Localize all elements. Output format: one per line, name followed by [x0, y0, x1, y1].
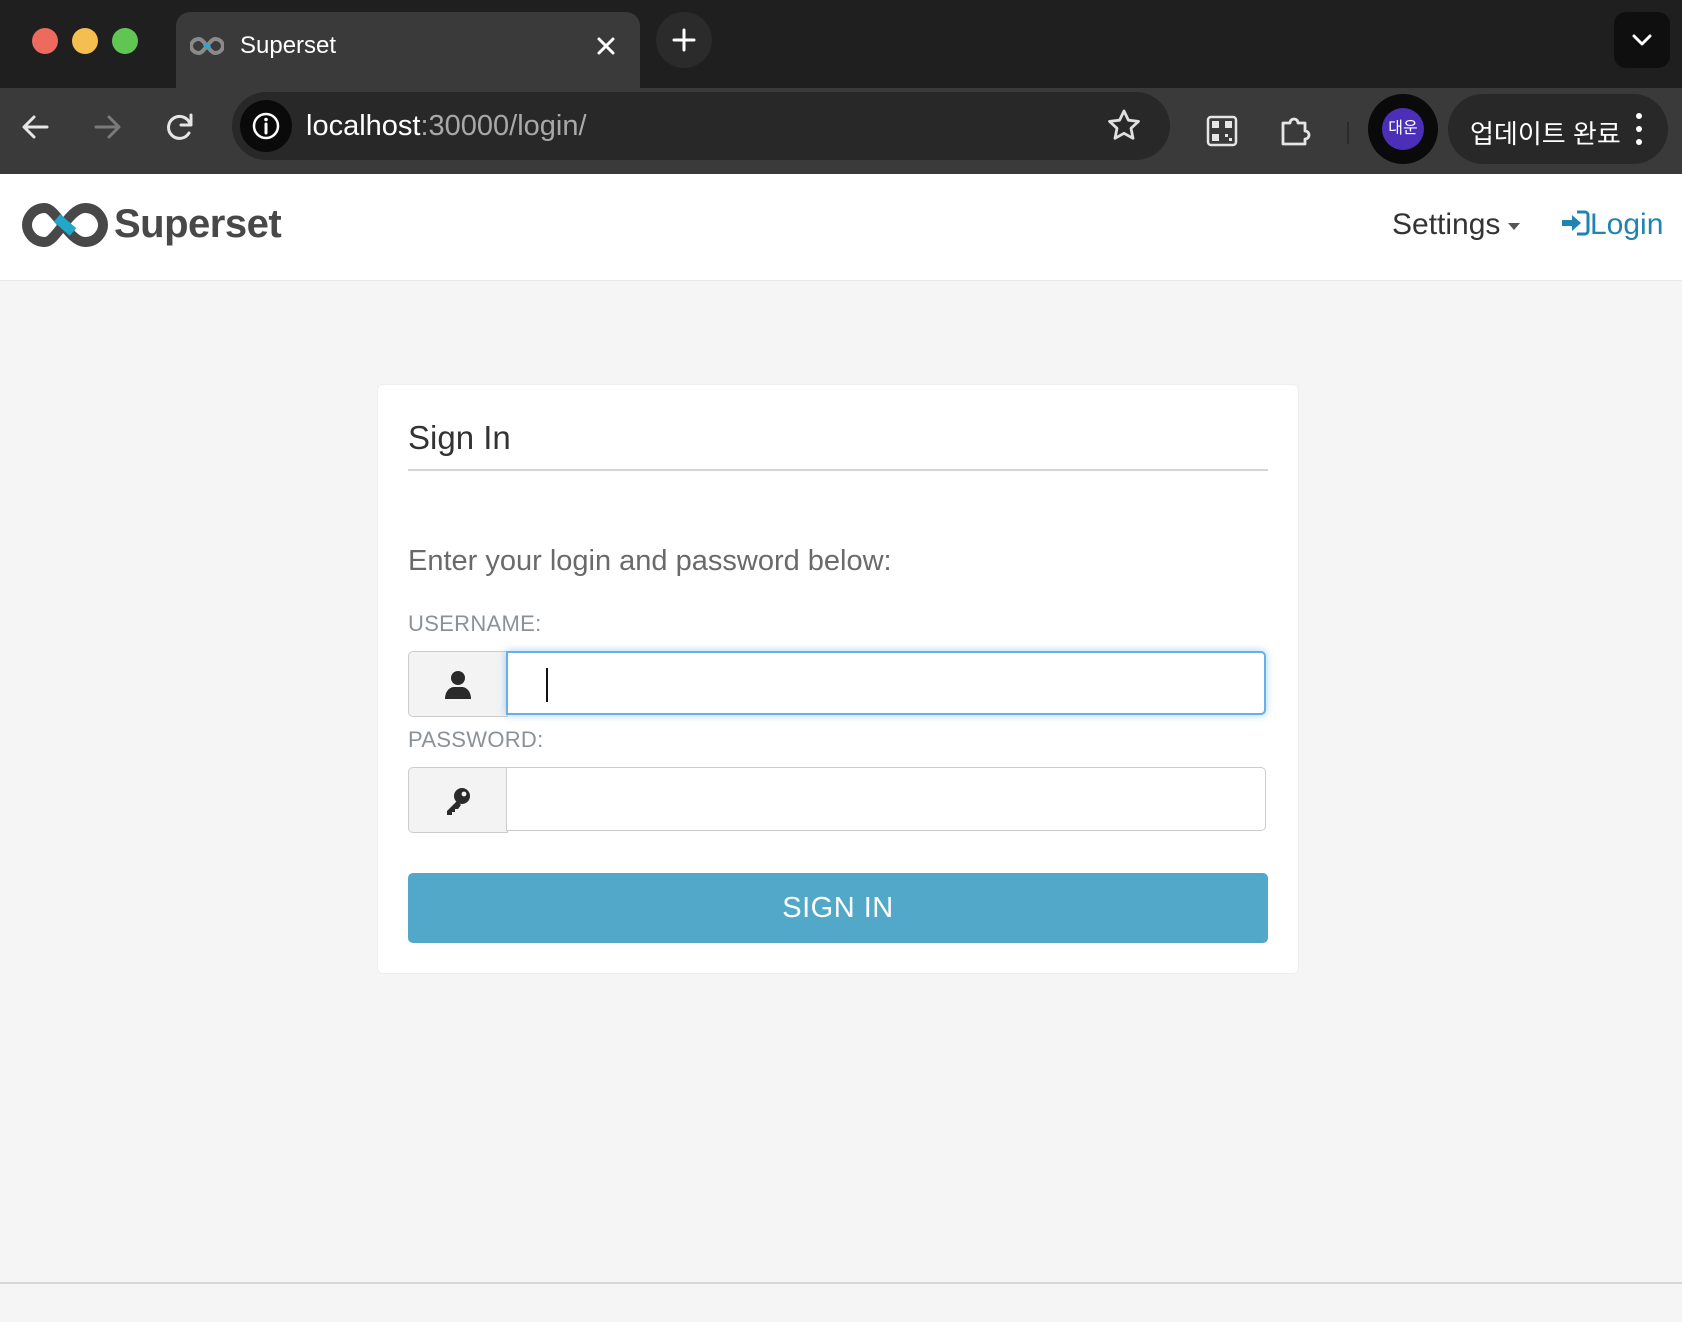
- sign-in-icon: [1562, 210, 1590, 236]
- login-instructions: Enter your login and password below:: [408, 545, 892, 577]
- sign-in-button[interactable]: SIGN IN: [408, 873, 1268, 943]
- password-addon: [408, 767, 508, 833]
- superset-favicon-icon: [190, 36, 224, 56]
- user-icon: [445, 671, 471, 699]
- caret-down-icon: [1508, 222, 1521, 230]
- footer-divider: [0, 1282, 1682, 1284]
- settings-menu[interactable]: Settings: [1392, 208, 1521, 242]
- browser-tab[interactable]: Superset: [176, 12, 640, 88]
- arrow-left-icon: [22, 115, 49, 139]
- arrow-right-icon: [94, 115, 121, 139]
- navbar-login-link[interactable]: Login: [1560, 208, 1663, 242]
- tab-title: Superset: [240, 32, 337, 59]
- key-icon: [447, 788, 470, 815]
- avatar: 대운: [1382, 108, 1424, 150]
- update-complete-button[interactable]: 업데이트 완료: [1448, 94, 1668, 164]
- login-panel: Sign In Enter your login and password be…: [377, 384, 1299, 974]
- url-host: localhost: [306, 110, 421, 142]
- extensions-puzzle-icon[interactable]: [1270, 106, 1320, 156]
- text-cursor: [546, 668, 548, 702]
- address-bar[interactable]: localhost:30000/login/: [232, 92, 1170, 160]
- navbar-login-label: Login: [1590, 208, 1664, 241]
- new-tab-button[interactable]: [656, 12, 712, 68]
- password-label: PASSWORD:: [408, 727, 544, 752]
- username-field[interactable]: [506, 651, 1266, 715]
- more-vertical-icon[interactable]: [1632, 110, 1646, 148]
- reload-icon: [167, 113, 193, 140]
- username-label: USERNAME:: [408, 611, 542, 636]
- info-icon: [252, 112, 280, 140]
- maximize-window-button[interactable]: [112, 28, 138, 54]
- qr-code-icon[interactable]: [1197, 106, 1247, 156]
- title-divider: [408, 469, 1268, 471]
- reload-button[interactable]: [155, 102, 205, 152]
- url-path: :30000/login/: [420, 110, 587, 142]
- brand-name: Superset: [114, 202, 282, 246]
- close-tab-icon[interactable]: [592, 32, 620, 60]
- back-button[interactable]: [11, 102, 61, 152]
- browser-toolbar: localhost:30000/login/ 대운 업데이트 완료: [0, 88, 1682, 174]
- forward-button[interactable]: [82, 102, 132, 152]
- bookmark-star-icon[interactable]: [1104, 106, 1144, 146]
- panel-title: Sign In: [408, 419, 511, 456]
- tab-search-button[interactable]: [1614, 12, 1670, 68]
- settings-label: Settings: [1392, 208, 1501, 241]
- app-navbar: Superset Settings Login: [0, 174, 1682, 281]
- plus-icon: [672, 28, 696, 52]
- browser-titlebar: Superset: [0, 0, 1682, 88]
- toolbar-divider: [1347, 122, 1349, 144]
- close-window-button[interactable]: [32, 28, 58, 54]
- chevron-down-icon: [1632, 34, 1652, 46]
- superset-logo-icon: [22, 202, 108, 248]
- username-addon: [408, 651, 508, 717]
- profile-button[interactable]: 대운: [1368, 94, 1438, 164]
- password-field[interactable]: [506, 767, 1266, 831]
- update-label: 업데이트 완료: [1470, 119, 1621, 149]
- minimize-window-button[interactable]: [72, 28, 98, 54]
- url-text[interactable]: localhost:30000/login/: [306, 110, 587, 143]
- username-input-group: [408, 651, 1268, 717]
- site-info-button[interactable]: [240, 100, 292, 152]
- password-input-group: [408, 767, 1268, 833]
